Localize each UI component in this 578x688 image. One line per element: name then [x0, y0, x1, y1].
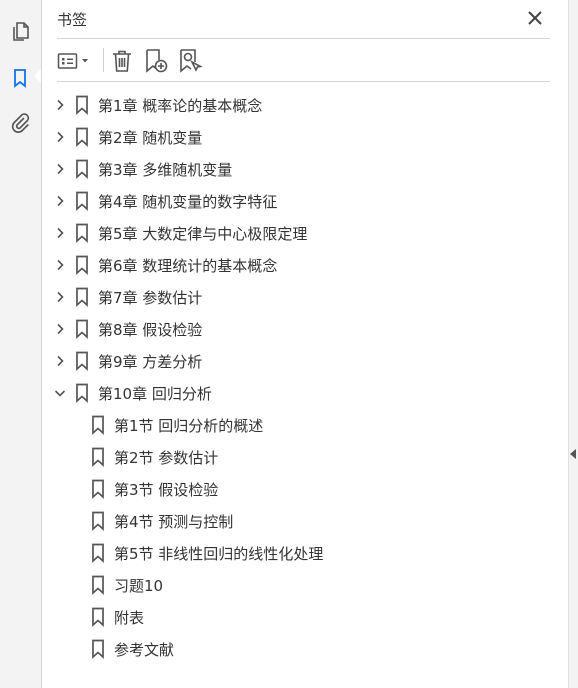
collapse-panel-arrow[interactable] [570, 449, 576, 459]
bookmark-section[interactable]: 第3节 假设检验 [42, 473, 568, 505]
bookmark-label: 习题10 [114, 577, 164, 595]
options-menu-button[interactable] [57, 46, 95, 76]
bookmark-chapter[interactable]: 第3章 多维随机变量 [42, 153, 568, 185]
bookmark-icon [75, 159, 89, 179]
toolbar-divider [103, 48, 104, 72]
chevron-right-icon[interactable] [52, 193, 68, 209]
bookmark-label: 第4章 随机变量的数字特征 [98, 193, 278, 211]
bookmark-icon [75, 95, 89, 115]
toolbar-divider [57, 81, 550, 82]
bookmark-chapter[interactable]: 第7章 参数估计 [42, 281, 568, 313]
delete-button[interactable] [109, 46, 135, 76]
bookmark-icon [91, 447, 105, 467]
bookmark-section[interactable]: 第4节 预测与控制 [42, 505, 568, 537]
bookmark-section[interactable]: 第5节 非线性回归的线性化处理 [42, 537, 568, 569]
bookmark-label: 第3节 假设检验 [114, 481, 219, 499]
chevron-right-icon[interactable] [52, 129, 68, 145]
close-icon [528, 11, 542, 25]
bookmark-section[interactable]: 参考文献 [42, 633, 568, 665]
bookmark-chapter[interactable]: 第6章 数理统计的基本概念 [42, 249, 568, 281]
bookmark-section[interactable]: 第2节 参数估计 [42, 441, 568, 473]
find-bookmark-icon [180, 49, 202, 73]
bookmark-icon [91, 543, 105, 563]
bookmark-label: 第5章 大数定律与中心极限定理 [98, 225, 308, 243]
bookmark-label: 第5节 非线性回归的线性化处理 [114, 545, 324, 563]
bookmark-label: 第1节 回归分析的概述 [114, 417, 264, 435]
bookmark-icon [91, 607, 105, 627]
bookmark-chapter[interactable]: 第9章 方差分析 [42, 345, 568, 377]
find-bookmark-button[interactable] [177, 46, 203, 76]
chevron-right-icon[interactable] [52, 289, 68, 305]
new-bookmark-icon [146, 49, 168, 73]
bookmark-label: 第9章 方差分析 [98, 353, 203, 371]
bookmark-icon [91, 639, 105, 659]
bookmark-label: 第10章 回归分析 [98, 385, 212, 403]
bookmark-label: 第1章 概率论的基本概念 [98, 97, 263, 115]
bookmark-icon [75, 223, 89, 243]
bookmark-icon [75, 383, 89, 403]
bookmark-chapter[interactable]: 第1章 概率论的基本概念 [42, 89, 568, 121]
chevron-right-icon[interactable] [52, 353, 68, 369]
bookmark-label: 第2节 参数估计 [114, 449, 219, 467]
chevron-right-icon[interactable] [52, 321, 68, 337]
panel-header: 书签 [42, 0, 568, 38]
chevron-down-icon[interactable] [52, 385, 68, 401]
delete-icon [113, 50, 131, 72]
bookmark-icon [75, 255, 89, 275]
right-scroll-strip [568, 0, 578, 688]
bookmark-label: 第6章 数理统计的基本概念 [98, 257, 278, 275]
bookmark-icon [75, 191, 89, 211]
new-bookmark-button[interactable] [143, 46, 169, 76]
pages-icon[interactable] [5, 16, 35, 46]
bookmark-icon [91, 575, 105, 595]
bookmark-label: 第3章 多维随机变量 [98, 161, 233, 179]
active-pointer [34, 69, 41, 83]
left-tool-strip [0, 0, 42, 688]
bookmarks-panel: 书签 第1章 概率论的基本概念 第2章 随机变量 第3章 多维随机变量 第4章 … [42, 0, 568, 688]
close-button[interactable] [524, 7, 546, 29]
bookmark-label: 附表 [114, 609, 145, 627]
bookmark-icon [75, 319, 89, 339]
options-menu-icon [57, 53, 88, 69]
bookmark-chapter[interactable]: 第10章 回归分析 [42, 377, 568, 409]
bookmark-icon [75, 287, 89, 307]
chevron-right-icon[interactable] [52, 161, 68, 177]
bookmark-chapter[interactable]: 第4章 随机变量的数字特征 [42, 185, 568, 217]
panel-title: 书签 [57, 11, 88, 29]
bookmark-section[interactable]: 附表 [42, 601, 568, 633]
bookmark-icon[interactable] [5, 63, 35, 93]
bookmark-toolbar [57, 44, 550, 78]
bookmark-chapter[interactable]: 第2章 随机变量 [42, 121, 568, 153]
chevron-right-icon[interactable] [52, 257, 68, 273]
bookmark-label: 第2章 随机变量 [98, 129, 203, 147]
bookmark-section[interactable]: 习题10 [42, 569, 568, 601]
bookmark-label: 第8章 假设检验 [98, 321, 203, 339]
bookmark-chapter[interactable]: 第8章 假设检验 [42, 313, 568, 345]
bookmark-chapter[interactable]: 第5章 大数定律与中心极限定理 [42, 217, 568, 249]
bookmark-icon [91, 415, 105, 435]
bookmark-label: 第4节 预测与控制 [114, 513, 234, 531]
chevron-right-icon[interactable] [52, 225, 68, 241]
bookmark-icon [75, 127, 89, 147]
bookmark-label: 第7章 参数估计 [98, 289, 203, 307]
bookmark-icon [75, 351, 89, 371]
bookmark-icon [91, 479, 105, 499]
bookmark-section[interactable]: 第1节 回归分析的概述 [42, 409, 568, 441]
bookmark-label: 参考文献 [114, 641, 175, 659]
chevron-right-icon[interactable] [52, 97, 68, 113]
bookmark-icon [91, 511, 105, 531]
header-divider [57, 38, 550, 39]
attachment-icon[interactable] [5, 108, 35, 138]
